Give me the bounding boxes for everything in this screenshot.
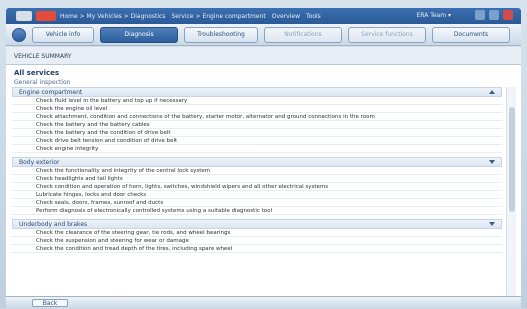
user-menu[interactable]: ERA Team ▾ [416, 12, 451, 19]
tab-diagnosis[interactable]: Diagnosis [100, 26, 178, 43]
service-item[interactable]: Check headlights and tail lights [12, 175, 502, 183]
collapse-icon[interactable] [489, 222, 495, 226]
footer-bar: Back [6, 296, 521, 309]
service-item[interactable]: Check the clearance of the steering gear… [12, 229, 502, 237]
service-item[interactable]: Check drive belt tension and condition o… [12, 137, 502, 145]
service-item[interactable]: Perform diagnosis of electronically cont… [12, 207, 502, 215]
breadcrumb-item[interactable]: Service > Engine compartment [171, 13, 265, 20]
service-item[interactable]: Check condition and operation of horn, l… [12, 183, 502, 191]
vehicle-path: VEHICLE SUMMARY [6, 47, 521, 65]
service-item[interactable]: Check the engine oil level [12, 105, 502, 113]
service-item[interactable]: Check the condition and tread depth of t… [12, 245, 502, 253]
app-logo [16, 11, 32, 21]
vertical-scrollbar[interactable] [506, 87, 516, 299]
collapse-icon[interactable] [489, 90, 495, 94]
breadcrumb-item[interactable]: Home > My Vehicles > Diagnostics [60, 13, 165, 20]
main-content: VEHICLE SUMMARY All services General ins… [6, 47, 521, 308]
service-list: Engine compartment Check fluid level in … [12, 87, 502, 299]
tab-troubleshooting[interactable]: Troubleshooting [184, 26, 258, 43]
group-header-engine[interactable]: Engine compartment [12, 87, 502, 97]
collapse-icon[interactable] [489, 160, 495, 164]
service-item[interactable]: Check the battery and the condition of d… [12, 129, 502, 137]
toolbar: Vehicle info Diagnosis Troubleshooting N… [6, 24, 521, 46]
help-icon[interactable] [475, 10, 485, 20]
section-title: All services [14, 69, 60, 77]
service-item[interactable]: Check fluid level in the battery and top… [12, 97, 502, 105]
service-item[interactable]: Check engine integrity [12, 145, 502, 153]
brand-badge [36, 11, 56, 21]
service-item[interactable]: Check the battery and the battery cables [12, 121, 502, 129]
breadcrumb-item[interactable]: Tools [306, 13, 321, 20]
tab-documents[interactable]: Documents [432, 26, 510, 43]
group-header-body[interactable]: Body exterior [12, 157, 502, 167]
group-header-label: Underbody and brakes [19, 221, 88, 228]
group-header-label: Body exterior [19, 159, 60, 166]
breadcrumb: Home > My Vehicles > Diagnostics Service… [60, 10, 321, 22]
tab-notifications[interactable]: Notifications [264, 26, 342, 43]
breadcrumb-item[interactable]: Overview [272, 13, 300, 20]
scrollbar-thumb[interactable] [509, 107, 515, 212]
service-item[interactable]: Check the suspension and steering for we… [12, 237, 502, 245]
tab-service-functions[interactable]: Service functions [348, 26, 426, 43]
section-subtitle: General inspection [14, 79, 71, 86]
window-controls [475, 10, 513, 20]
close-icon[interactable] [503, 10, 513, 20]
home-icon[interactable] [12, 27, 26, 42]
service-item[interactable]: Lubricate hinges, locks and door checks [12, 191, 502, 199]
tab-vehicle-info[interactable]: Vehicle info [32, 26, 94, 43]
group-header-underbody[interactable]: Underbody and brakes [12, 219, 502, 229]
title-bar: Home > My Vehicles > Diagnostics Service… [6, 8, 521, 24]
service-item[interactable]: Check seals, doors, frames, sunroof and … [12, 199, 502, 207]
service-item[interactable]: Check attachment, condition and connecti… [12, 113, 502, 121]
minimize-icon[interactable] [489, 10, 499, 20]
service-item[interactable]: Check the functionality and integrity of… [12, 167, 502, 175]
back-button[interactable]: Back [32, 299, 68, 307]
group-header-label: Engine compartment [19, 89, 83, 96]
